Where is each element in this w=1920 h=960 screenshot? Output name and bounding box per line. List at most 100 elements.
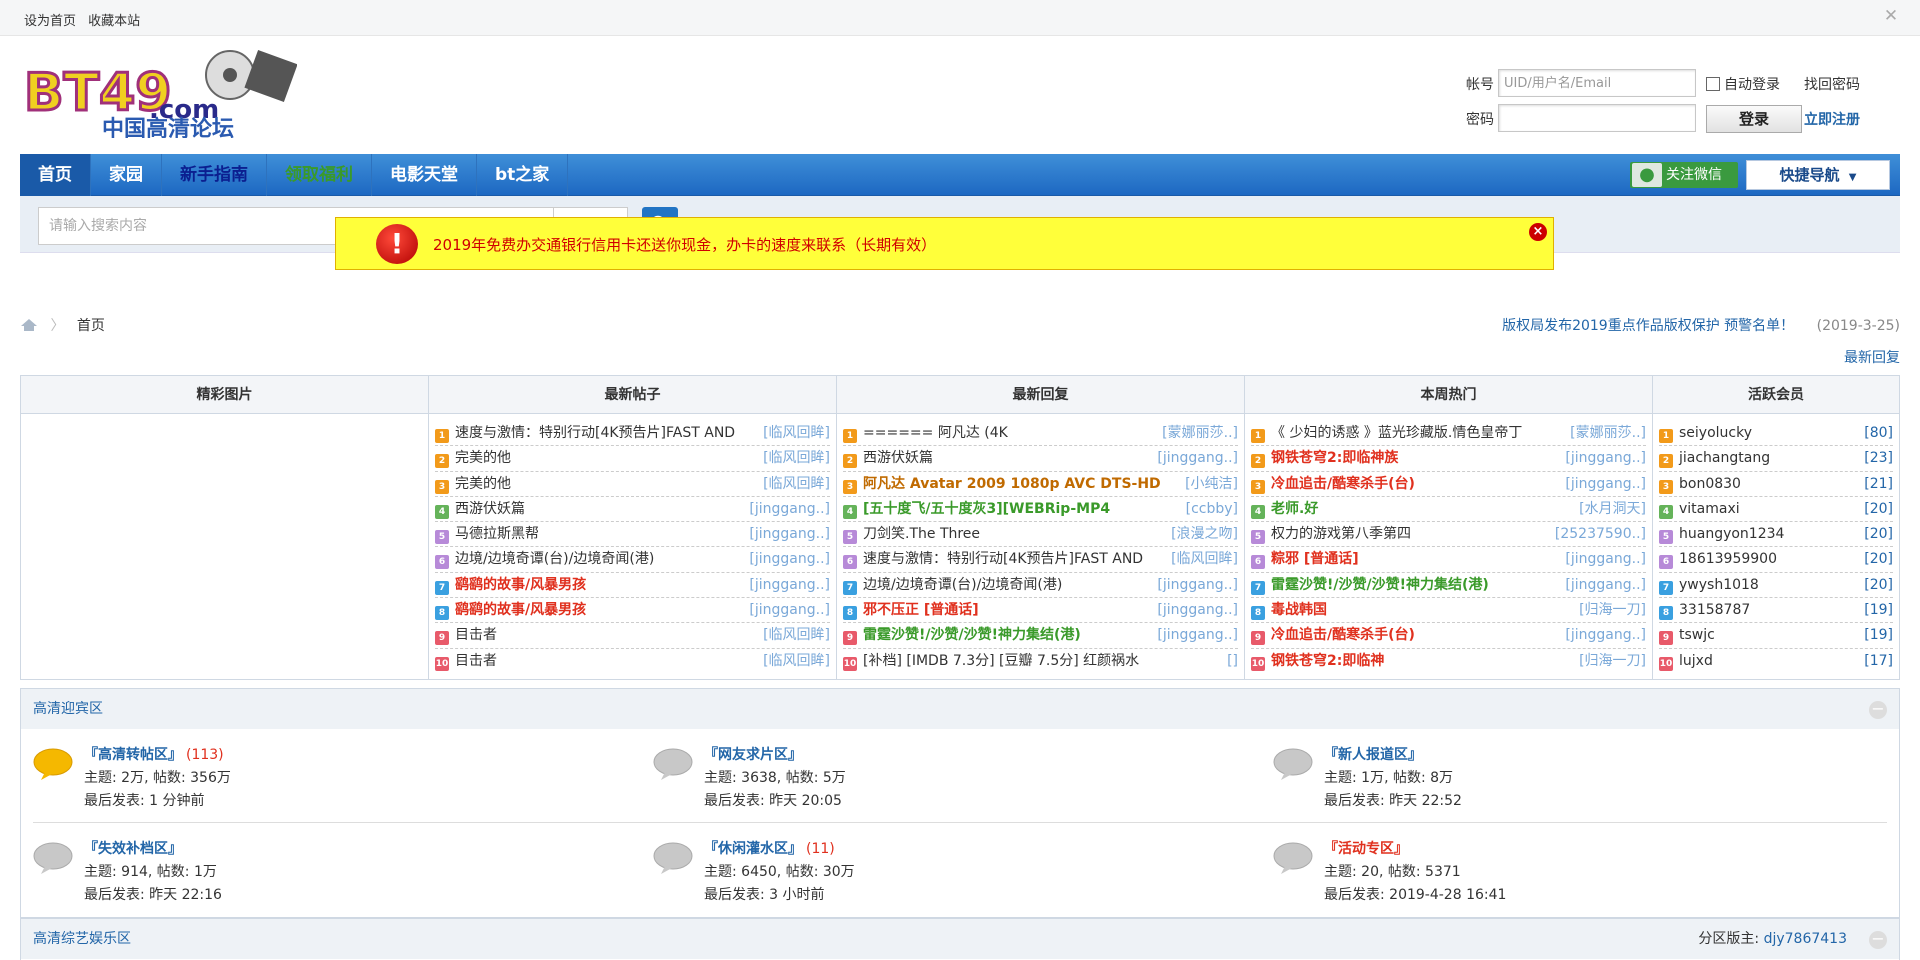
announcement-link[interactable]: 版权局发布2019重点作品版权保护 预警名单！ <box>1502 318 1794 334</box>
forum-last-post[interactable]: 最后发表: 昨天 22:16 <box>84 884 222 904</box>
close-icon[interactable]: × <box>1529 223 1547 241</box>
thread-title[interactable]: ====== 阿凡达 (4K <box>863 425 1008 441</box>
nav-item-welfare[interactable]: 领取福利 <box>267 154 372 196</box>
forum-last-post[interactable]: 最后发表: 昨天 22:52 <box>1324 790 1462 810</box>
moderator-link[interactable]: djy7867413 <box>1764 931 1847 947</box>
thread-title[interactable]: 雷霆沙赞!/沙赞/沙赞!神力集结(港) <box>863 627 1081 643</box>
thread-author[interactable]: [jinggang..] <box>1563 471 1646 496</box>
forum-name[interactable]: 『网友求片区』 <box>704 744 806 764</box>
thread-author[interactable]: [ccbby] <box>1183 496 1238 522</box>
thread-author[interactable]: [水月洞天] <box>1577 496 1646 522</box>
nav-item-family[interactable]: 家园 <box>91 154 162 196</box>
forum-title[interactable]: 『高清转帖区』 <box>84 747 182 763</box>
thread-title[interactable]: 《 少妇的诱惑 》蓝光珍藏版.情色皇帝丁 <box>1271 425 1522 441</box>
thread-author[interactable]: [25237590..] <box>1552 522 1646 547</box>
thread-title[interactable]: 马德拉斯黑帮 <box>455 526 539 542</box>
breadcrumb-home[interactable]: 首页 <box>77 318 105 334</box>
thread-author[interactable]: [jinggang..] <box>1155 572 1238 598</box>
thread-author[interactable]: [蒙娜丽莎..] <box>1568 421 1646 446</box>
forum-title[interactable]: 『新人报道区』 <box>1324 747 1422 763</box>
forum-name[interactable]: 『休闲灌水区』 (11) <box>704 838 835 858</box>
thread-title[interactable]: 完美的他 <box>455 476 511 492</box>
member-name[interactable]: 33158787 <box>1679 602 1750 618</box>
thread-title[interactable]: 权力的游戏第八季第四 <box>1271 526 1411 542</box>
thread-title[interactable]: 边境/边境奇谭(台)/边境奇闻(港) <box>863 577 1062 593</box>
thread-author[interactable]: [jinggang..] <box>747 496 830 522</box>
forum-title[interactable]: 『活动专区』 <box>1324 841 1408 857</box>
collapse-icon[interactable]: − <box>1869 701 1887 719</box>
forum-last-post[interactable]: 最后发表: 1 分钟前 <box>84 790 205 810</box>
thread-title[interactable]: 毒战韩国 <box>1271 602 1327 618</box>
thread-author[interactable]: [临风回眸] <box>761 648 830 674</box>
forum-name[interactable]: 『活动专区』 <box>1324 838 1412 858</box>
thread-author[interactable]: [归海一刀] <box>1577 598 1646 623</box>
thread-author[interactable]: [] <box>1225 648 1238 674</box>
forum-title[interactable]: 『网友求片区』 <box>704 747 802 763</box>
section-title[interactable]: 高清综艺娱乐区 <box>33 931 131 947</box>
thread-title[interactable]: 邪不压正 [普通话] <box>863 602 979 618</box>
thread-title[interactable]: 完美的他 <box>455 450 511 466</box>
member-name[interactable]: bon0830 <box>1679 476 1741 492</box>
thread-author[interactable]: [临风回眸] <box>761 623 830 648</box>
thread-author[interactable]: [jinggang..] <box>1563 547 1646 572</box>
login-button[interactable]: 登录 <box>1706 105 1802 133</box>
thread-author[interactable]: [jinggang..] <box>747 598 830 623</box>
member-name[interactable]: jiachangtang <box>1679 450 1770 466</box>
site-logo[interactable]: BT49 .com 中国高清论坛 <box>22 48 298 142</box>
thread-author[interactable]: [jinggang..] <box>747 572 830 598</box>
thread-author[interactable]: [临风回眸] <box>1169 547 1238 572</box>
thread-author[interactable]: [jinggang..] <box>1563 623 1646 648</box>
forum-title[interactable]: 『休闲灌水区』 <box>704 841 802 857</box>
thread-title[interactable]: 钢铁苍穹2:即临神 <box>1271 653 1384 669</box>
close-icon[interactable]: ✕ <box>1882 7 1900 25</box>
thread-title[interactable]: 西游伏妖篇 <box>863 450 933 466</box>
thread-author[interactable]: [临风回眸] <box>761 471 830 496</box>
forum-last-post[interactable]: 最后发表: 2019-4-28 16:41 <box>1324 884 1506 904</box>
thread-title[interactable]: 刀剑笑.The Three <box>863 526 980 542</box>
account-input[interactable] <box>1498 69 1696 97</box>
thread-author[interactable]: [归海一刀] <box>1577 648 1646 674</box>
thread-title[interactable]: 雷霆沙赞!/沙赞/沙赞!神力集结(港) <box>1271 577 1489 593</box>
member-name[interactable]: tswjc <box>1679 627 1715 643</box>
thread-author[interactable]: [jinggang..] <box>1563 446 1646 471</box>
forum-name[interactable]: 『高清转帖区』 (113) <box>84 744 224 764</box>
nav-item-bt-home[interactable]: bt之家 <box>477 154 569 196</box>
thread-title[interactable]: 粽邪 [普通话] <box>1271 551 1359 567</box>
thread-title[interactable]: [五十度飞/五十度灰3][WEBRip-MP4 <box>863 501 1110 517</box>
forum-name[interactable]: 『失效补档区』 <box>84 838 186 858</box>
thread-title[interactable]: 目击者 <box>455 653 497 669</box>
thread-title[interactable]: 速度与激情：特别行动[4K预告片]FAST AND <box>863 551 1143 567</box>
auto-login-checkbox[interactable]: 自动登录 <box>1706 74 1780 94</box>
forum-name[interactable]: 『新人报道区』 <box>1324 744 1426 764</box>
thread-author[interactable]: [临风回眸] <box>761 446 830 471</box>
forum-title[interactable]: 『失效补档区』 <box>84 841 182 857</box>
checkbox-icon[interactable] <box>1706 77 1720 91</box>
nav-item-movie[interactable]: 电影天堂 <box>372 154 477 196</box>
home-icon[interactable] <box>20 318 38 332</box>
thread-author[interactable]: [小纯洁] <box>1183 471 1238 496</box>
thread-title[interactable]: 鹞鹞的故事/风暴男孩 <box>455 602 586 618</box>
set-home-link[interactable]: 设为首页 <box>24 14 76 29</box>
member-name[interactable]: 18613959900 <box>1679 551 1777 567</box>
register-link[interactable]: 立即注册 <box>1804 109 1860 129</box>
member-name[interactable]: ywysh1018 <box>1679 577 1759 593</box>
wechat-button[interactable]: ● 关注微信 <box>1630 162 1738 188</box>
thread-title[interactable]: 西游伏妖篇 <box>455 501 525 517</box>
thread-author[interactable]: [临风回眸] <box>761 421 830 446</box>
member-name[interactable]: huangyon1234 <box>1679 526 1784 542</box>
thread-author[interactable]: [jinggang..] <box>1155 598 1238 623</box>
thread-title[interactable]: 鹞鹞的故事/风暴男孩 <box>455 577 586 593</box>
quick-nav-button[interactable]: 快捷导航 ▼ <box>1746 160 1890 190</box>
nav-item-guide[interactable]: 新手指南 <box>162 154 267 196</box>
thread-title[interactable]: 老师.好 <box>1271 501 1318 517</box>
thread-author[interactable]: [jinggang..] <box>1155 446 1238 471</box>
notice-text[interactable]: 2019年免费办交通银行信用卡还送你现金，办卡的速度来联系（长期有效） <box>433 234 936 255</box>
member-name[interactable]: lujxd <box>1679 653 1713 669</box>
member-name[interactable]: seiyolucky <box>1679 425 1752 441</box>
thread-title[interactable]: 边境/边境奇谭(台)/边境奇闻(港) <box>455 551 654 567</box>
thread-author[interactable]: [蒙娜丽莎..] <box>1160 421 1238 446</box>
latest-reply-link[interactable]: 最新回复 <box>1844 347 1900 367</box>
password-input[interactable] <box>1498 104 1696 132</box>
member-name[interactable]: vitamaxi <box>1679 501 1740 517</box>
thread-title[interactable]: 冷血追击/酷寒杀手(台) <box>1271 476 1415 492</box>
